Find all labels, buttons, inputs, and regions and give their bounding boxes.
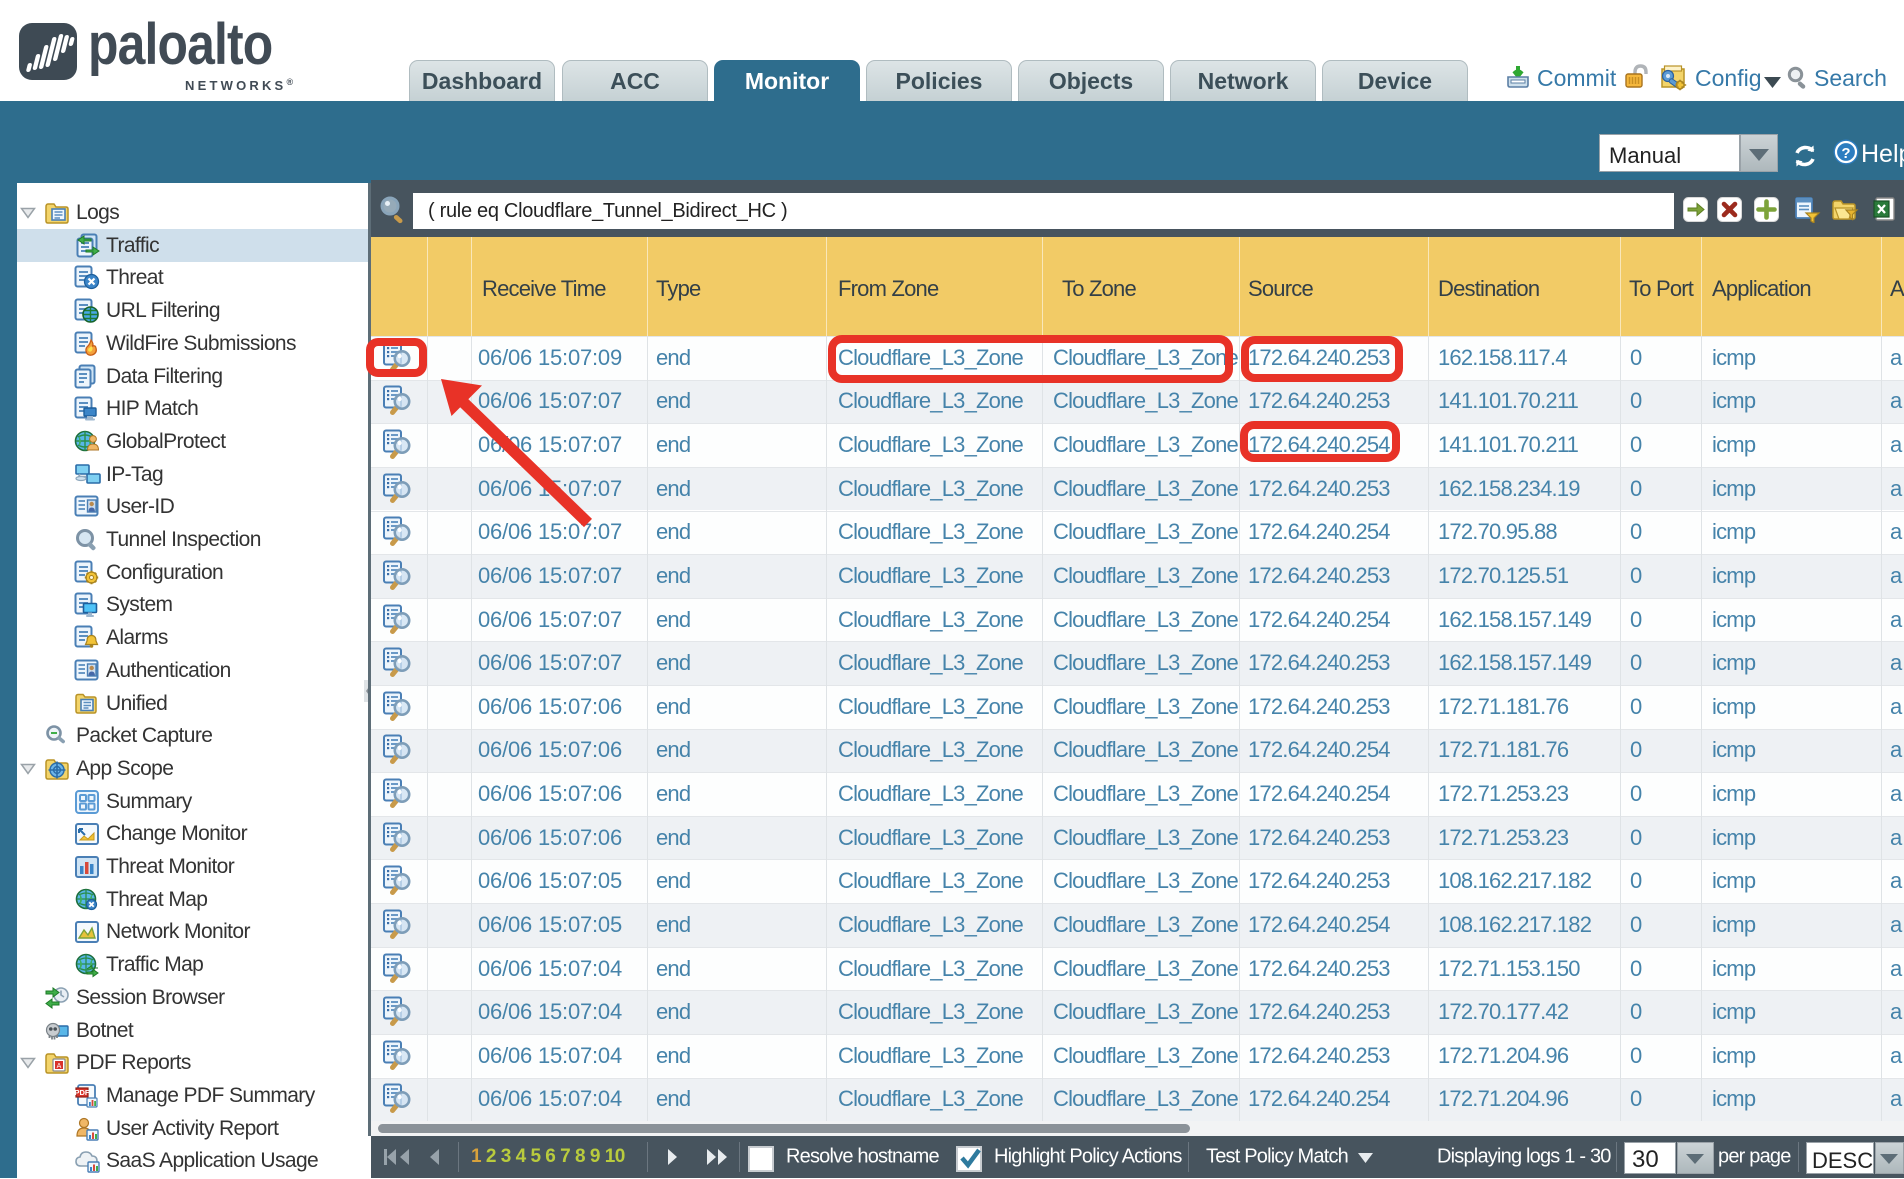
svg-text:?: ? (1841, 145, 1850, 162)
svg-text:A: A (57, 1063, 62, 1070)
svg-text:PDF: PDF (75, 1088, 90, 1097)
